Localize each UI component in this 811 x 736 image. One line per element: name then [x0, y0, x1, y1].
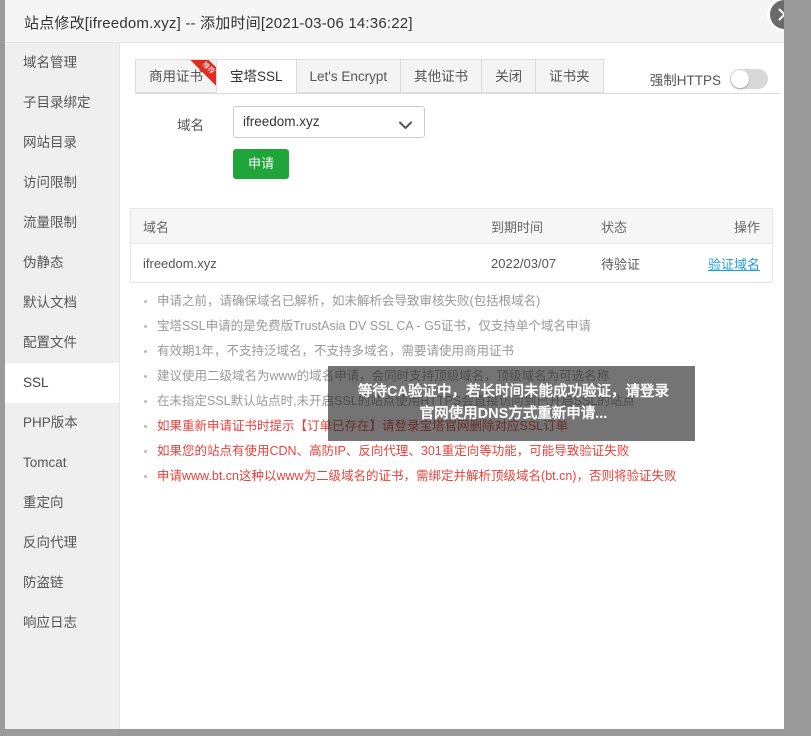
force-https-toggle[interactable] [730, 69, 768, 89]
note-item: 如果您的站点有使用CDN、高防IP、反向代理、301重定向等功能，可能导致验证失… [139, 439, 779, 464]
note-item: 宝塔SSL申请的是免费版TrustAsia DV SSL CA - G5证书，仅… [139, 314, 779, 339]
table-header-row: 域名 到期时间 状态 操作 [131, 209, 772, 244]
sidebar-item[interactable]: 配置文件 [5, 323, 119, 363]
domain-label: 域名 [177, 118, 204, 133]
certificate-table: 域名 到期时间 状态 操作 ifreedom.xyz 2022/03/07 待验证 验… [130, 208, 773, 283]
modal-titlebar: 站点修改[ifreedom.xyz] -- 添加时间[2021-03-06 14… [5, 0, 784, 43]
sidebar-item[interactable]: 反向代理 [5, 523, 119, 563]
tab-bar: 商用证书 推荐 宝塔SSL Let's Encrypt 其他证书 关闭 证书夹 [135, 59, 780, 94]
cell-status: 待验证 [601, 256, 641, 272]
col-header-status: 状态 [601, 219, 628, 235]
tab-label: Let's Encrypt [309, 69, 388, 84]
sidebar-item[interactable]: 访问限制 [5, 163, 119, 203]
table-row: ifreedom.xyz 2022/03/07 待验证 验证域名 [131, 244, 772, 282]
col-header-action: 操作 [733, 219, 760, 235]
sidebar-item[interactable]: 网站目录 [5, 123, 119, 163]
sidebar-item[interactable]: 子目录绑定 [5, 83, 119, 123]
domain-select[interactable]: ifreedom.xyz [233, 106, 425, 138]
sidebar-item[interactable]: 防盗链 [5, 563, 119, 603]
sidebar-item[interactable]: Tomcat [5, 443, 119, 483]
tab-item[interactable]: 关闭 [481, 59, 536, 93]
sidebar-item[interactable]: 域名管理 [5, 43, 119, 83]
tab-item[interactable]: 证书夹 [535, 59, 604, 93]
tab-item[interactable]: 其他证书 [400, 59, 482, 93]
sidebar-item[interactable]: SSL [5, 363, 119, 403]
sidebar: 域名管理 子目录绑定 网站目录 访问限制 流量限制 伪静态 默认文档 配置文件 SSL PHP版本… [5, 43, 120, 729]
cell-domain: ifreedom.xyz [143, 255, 217, 271]
note-item: 申请之前，请确保域名已解析，如未解析会导致审核失败(包括根域名) [139, 289, 779, 314]
cell-expire: 2022/03/07 [491, 255, 557, 271]
sidebar-item[interactable]: 默认文档 [5, 283, 119, 323]
tab-label: 证书夹 [549, 69, 590, 84]
note-item: 申请www.bt.cn这种以www为二级域名的证书，需绑定并解析顶级域名(bt.… [139, 464, 779, 489]
toast-line-1: 等待CA验证中，若长时间未能成功验证，请登录 [358, 384, 669, 400]
table-body: ifreedom.xyz 2022/03/07 待验证 验证域名 [131, 244, 772, 282]
verify-domain-link[interactable]: 验证域名 [708, 257, 760, 272]
toggle-knob [731, 70, 749, 88]
tab-item[interactable]: Let's Encrypt [295, 59, 401, 93]
toast-line-2: 官网使用DNS方式重新申请... [419, 406, 608, 422]
sidebar-item[interactable]: PHP版本 [5, 403, 119, 443]
force-https-label: 强制HTTPS [649, 73, 721, 88]
sidebar-item[interactable]: 重定向 [5, 483, 119, 523]
status-toast: 等待CA验证中，若长时间未能成功验证，请登录 官网使用DNS方式重新申请... [328, 366, 695, 441]
close-glyph [778, 8, 784, 21]
apply-certificate-button[interactable]: 申请 [233, 149, 290, 179]
col-header-domain: 域名 [143, 219, 170, 235]
col-header-expire: 到期时间 [491, 219, 544, 235]
note-item: 有效期1年，不支持泛域名，不支持多域名，需要请使用商用证书 [139, 339, 779, 364]
tab-label: 宝塔SSL [230, 69, 283, 84]
tab-item[interactable]: 宝塔SSL [216, 59, 296, 94]
sidebar-item[interactable]: 伪静态 [5, 243, 119, 283]
sidebar-item[interactable]: 流量限制 [5, 203, 119, 243]
content-panel: 商用证书 推荐 宝塔SSL Let's Encrypt 其他证书 关闭 证书夹 强制HTTP… [121, 43, 784, 729]
cell-action: 验证域名 [691, 254, 772, 273]
tabs-row: 商用证书 推荐 宝塔SSL Let's Encrypt 其他证书 关闭 证书夹 强制HTTP… [121, 43, 784, 94]
sidebar-item[interactable]: 响应日志 [5, 603, 119, 643]
tab-label: 商用证书 [149, 69, 203, 84]
tab-label: 关闭 [495, 69, 523, 84]
force-https-control: 强制HTTPS [650, 69, 768, 89]
tab-item[interactable]: 商用证书 推荐 [135, 59, 216, 93]
page-title: 站点修改[ifreedom.xyz] -- 添加时间[2021-03-06 14… [24, 15, 413, 32]
tab-label: 其他证书 [414, 69, 469, 84]
site-edit-modal: 站点修改[ifreedom.xyz] -- 添加时间[2021-03-06 14… [5, 0, 784, 729]
